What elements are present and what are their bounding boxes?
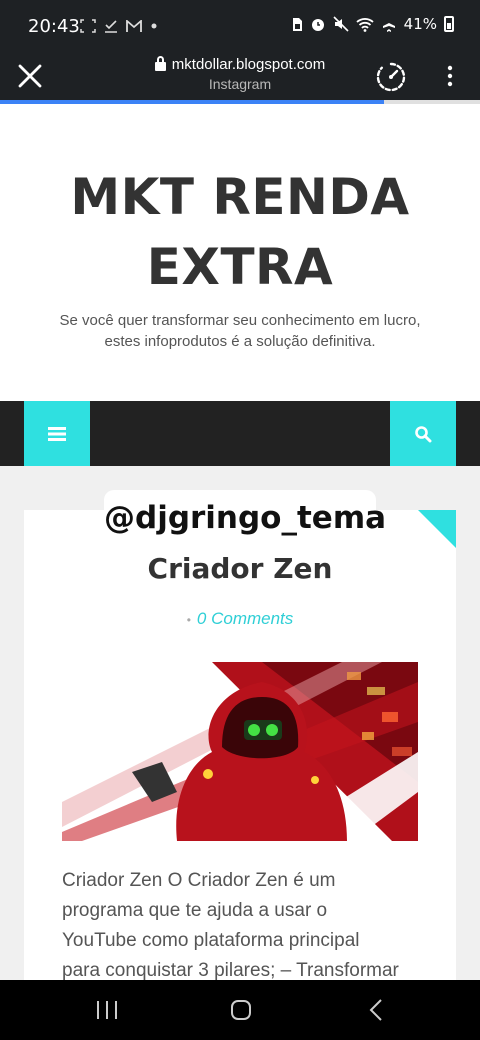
download-icon xyxy=(104,20,117,34)
site-description-line2: estes infoprodutos é a solução definitiv… xyxy=(104,333,376,350)
post-title[interactable]: Criador Zen xyxy=(24,552,456,585)
home-icon xyxy=(231,1000,251,1020)
more-vert-icon xyxy=(447,65,453,87)
post-featured-image[interactable] xyxy=(62,662,418,841)
menu-button[interactable] xyxy=(24,401,90,466)
address-bar[interactable]: mktdollar.blogspot.com Instagram xyxy=(120,56,360,92)
screenshot-icon xyxy=(80,19,96,34)
airplane-icon xyxy=(382,17,395,32)
instagram-handle-overlay: @djgringo_tema xyxy=(104,490,386,546)
site-description-line1: Se você quer transformar seu conheciment… xyxy=(59,312,421,329)
comments-dot: • xyxy=(186,613,191,627)
excerpt-line2: programa que te ajuda a usar o xyxy=(62,900,328,921)
url-text: mktdollar.blogspot.com xyxy=(171,56,326,73)
recent-apps-button[interactable] xyxy=(92,996,122,1024)
site-header: MKT RENDA EXTRA Se você quer transformar… xyxy=(0,104,480,401)
post-excerpt: Criador Zen O Criador Zen é um programa … xyxy=(62,866,432,986)
wifi-icon xyxy=(356,17,374,32)
site-title-line2: EXTRA xyxy=(146,238,334,296)
lock-icon xyxy=(154,56,166,71)
dot-icon xyxy=(151,23,157,29)
status-right: 41% xyxy=(292,15,454,33)
hamburger-icon xyxy=(48,426,66,441)
close-icon xyxy=(18,64,42,88)
site-title-line1: MKT RENDA xyxy=(70,168,410,226)
close-button[interactable] xyxy=(14,60,46,92)
battery-percent: 41% xyxy=(403,15,437,33)
speedometer-icon xyxy=(376,62,406,92)
browser-toolbar: mktdollar.blogspot.com Instagram xyxy=(0,52,480,100)
gmail-icon xyxy=(125,18,142,32)
site-title[interactable]: MKT RENDA EXTRA xyxy=(0,162,480,302)
excerpt-line3: YouTube como plataforma principal xyxy=(62,930,360,951)
back-icon xyxy=(369,999,382,1021)
notification-icons xyxy=(80,17,158,34)
mute-icon xyxy=(333,16,349,32)
comments-link[interactable]: 0 Comments xyxy=(197,609,293,628)
battery-icon xyxy=(444,16,454,32)
excerpt-line1: Criador Zen O Criador Zen é um xyxy=(62,870,336,891)
corner-accent xyxy=(418,510,456,548)
system-navigation-bar xyxy=(0,980,480,1040)
url-subtitle: Instagram xyxy=(208,76,272,92)
more-options-button[interactable] xyxy=(438,64,462,88)
speed-button[interactable] xyxy=(374,60,408,94)
search-icon xyxy=(415,425,432,442)
hooded-figure-image xyxy=(62,662,418,841)
recents-icon xyxy=(97,1001,117,1019)
post-comments[interactable]: • 0 Comments xyxy=(24,609,456,629)
alarm-icon xyxy=(311,19,324,31)
status-bar: 20:43 41% xyxy=(0,0,480,52)
status-time: 20:43 xyxy=(28,16,80,37)
search-button[interactable] xyxy=(390,401,456,466)
site-description: Se você quer transformar seu conheciment… xyxy=(40,310,440,352)
main-navbar xyxy=(0,401,480,466)
home-button[interactable] xyxy=(226,996,256,1024)
back-button[interactable] xyxy=(362,996,392,1024)
sim-icon xyxy=(292,17,302,31)
